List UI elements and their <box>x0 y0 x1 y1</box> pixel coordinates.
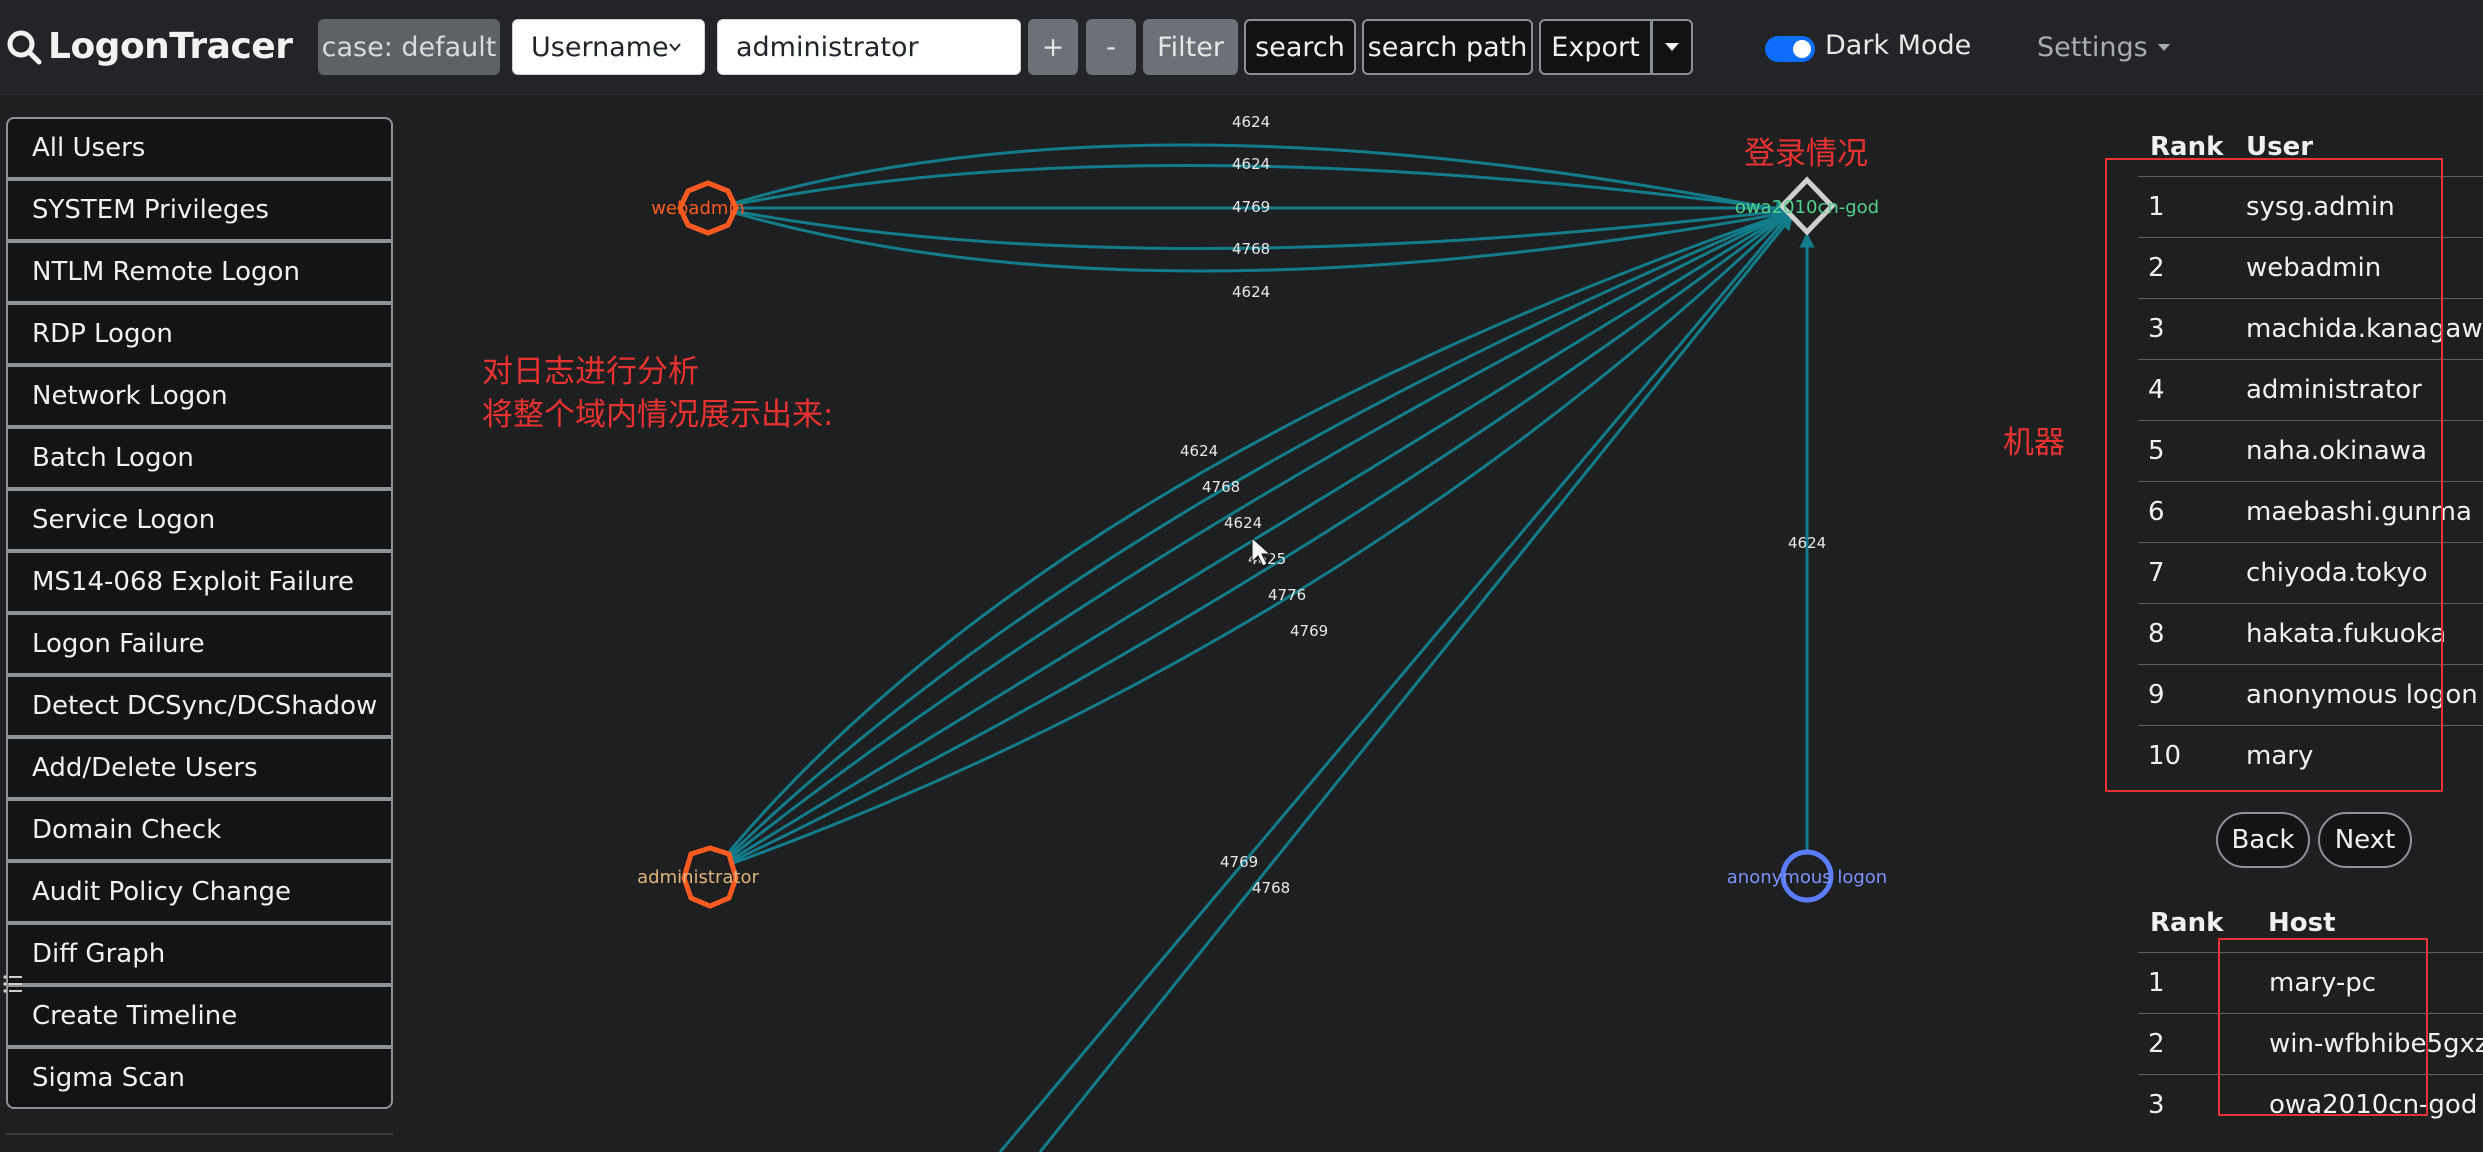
search-input[interactable] <box>717 19 1021 75</box>
sidebar-divider <box>6 1133 393 1135</box>
brand[interactable]: LogonTracer <box>4 18 293 74</box>
edge-label: 4768 <box>1232 240 1270 258</box>
graph-edge[interactable] <box>998 212 1792 1152</box>
edge-label: 4769 <box>1232 198 1270 216</box>
dark-mode-label: Dark Mode <box>1825 30 1972 61</box>
sidebar-item-network-logon[interactable]: Network Logon <box>6 365 393 427</box>
sidebar-item-audit-policy-change[interactable]: Audit Policy Change <box>6 861 393 923</box>
node-label: webadmin <box>651 198 745 219</box>
sidebar-item-batch-logon[interactable]: Batch Logon <box>6 427 393 489</box>
app-title: LogonTracer <box>48 25 293 67</box>
edge-label: 4769 <box>1220 853 1258 871</box>
node-label: anonymous logon <box>1727 867 1887 888</box>
graph-node-anonymous[interactable]: anonymous logon <box>1727 849 1887 903</box>
graph-edge[interactable] <box>1038 214 1794 1152</box>
edge-label: 4769 <box>1290 622 1328 640</box>
rank-cell: 3 <box>2148 1090 2165 1120</box>
search-button[interactable]: search <box>1244 19 1356 75</box>
edge-label: 4624 <box>1232 113 1270 131</box>
chevron-down-icon <box>669 43 681 52</box>
filter-button[interactable]: Filter <box>1143 19 1238 75</box>
toggle-knob <box>1793 40 1811 58</box>
sidebar-item-domain-check[interactable]: Domain Check <box>6 799 393 861</box>
annotation-analysis-line2: 将整个域内情况展示出来: <box>482 397 834 433</box>
next-button[interactable]: Next <box>2318 812 2412 868</box>
edge-label: 4624 <box>1232 155 1270 173</box>
edge-label: 4624 <box>1788 534 1826 552</box>
rank-cell: 1 <box>2148 968 2165 998</box>
export-dropdown-toggle[interactable] <box>1651 19 1693 75</box>
zoom-out-button[interactable]: - <box>1086 19 1136 75</box>
graph-node-webadmin[interactable]: webadmin <box>651 180 745 236</box>
caret-down-icon <box>2157 44 2170 51</box>
caret-down-icon <box>1665 43 1679 51</box>
search-type-value: Username <box>531 31 669 63</box>
sidebar-item-rdp-logon[interactable]: RDP Logon <box>6 303 393 365</box>
annotation-box-users <box>2105 158 2443 792</box>
node-label: owa2010cn-god <box>1735 197 1879 218</box>
sidebar-item-service-logon[interactable]: Service Logon <box>6 489 393 551</box>
settings-label: Settings <box>2037 32 2148 63</box>
sidebar-item-sigma-scan[interactable]: Sigma Scan <box>6 1047 393 1109</box>
sidebar-item-create-timeline[interactable]: Create Timeline <box>6 985 393 1047</box>
edge-label: 4624 <box>1232 283 1270 301</box>
sidebar-item-add-delete-users[interactable]: Add/Delete Users <box>6 737 393 799</box>
host-header: Host <box>2268 908 2336 938</box>
annotation-login: 登录情况 <box>1744 136 1868 172</box>
edge-label: 4624 <box>1224 514 1262 532</box>
logon-graph[interactable]: 4624 4624 4769 4768 4624 4624 4768 4624 … <box>400 96 2100 1152</box>
sidebar-item-ntlm-remote-logon[interactable]: NTLM Remote Logon <box>6 241 393 303</box>
sidebar-item-ms14-068[interactable]: MS14-068 Exploit Failure <box>6 551 393 613</box>
edge-label: 4776 <box>1268 586 1306 604</box>
edge-label: 4768 <box>1252 879 1290 897</box>
export-button[interactable]: Export <box>1539 19 1652 75</box>
top-navbar: LogonTracer case: default Username + - F… <box>0 0 2483 95</box>
annotation-machine: 机器 <box>2003 425 2065 461</box>
rank-header: Rank <box>2150 908 2224 938</box>
back-button[interactable]: Back <box>2216 812 2310 868</box>
sidebar-item-system-privileges[interactable]: SYSTEM Privileges <box>6 179 393 241</box>
annotation-analysis-line1: 对日志进行分析 <box>482 354 699 390</box>
search-path-button[interactable]: search path <box>1362 19 1533 75</box>
magnifier-logo-icon <box>7 30 42 65</box>
edge-label: 4624 <box>1180 442 1218 460</box>
dark-mode-toggle[interactable] <box>1765 36 1815 62</box>
list-handle-icon[interactable] <box>2 972 26 996</box>
zoom-in-button[interactable]: + <box>1028 19 1078 75</box>
search-type-select[interactable]: Username <box>512 19 705 75</box>
sidebar-item-diff-graph[interactable]: Diff Graph <box>6 923 393 985</box>
node-label: administrator <box>637 867 759 888</box>
edge-label: 4768 <box>1202 478 1240 496</box>
sidebar: All Users SYSTEM Privileges NTLM Remote … <box>6 117 393 1110</box>
sidebar-item-detect-dcsync[interactable]: Detect DCSync/DCShadow <box>6 675 393 737</box>
settings-dropdown[interactable]: Settings <box>2037 32 2170 63</box>
rank-cell: 2 <box>2148 1029 2165 1059</box>
sidebar-item-logon-failure[interactable]: Logon Failure <box>6 613 393 675</box>
sidebar-item-all-users[interactable]: All Users <box>6 117 393 179</box>
annotation-box-hosts <box>2218 938 2428 1116</box>
case-button[interactable]: case: default <box>318 19 500 75</box>
